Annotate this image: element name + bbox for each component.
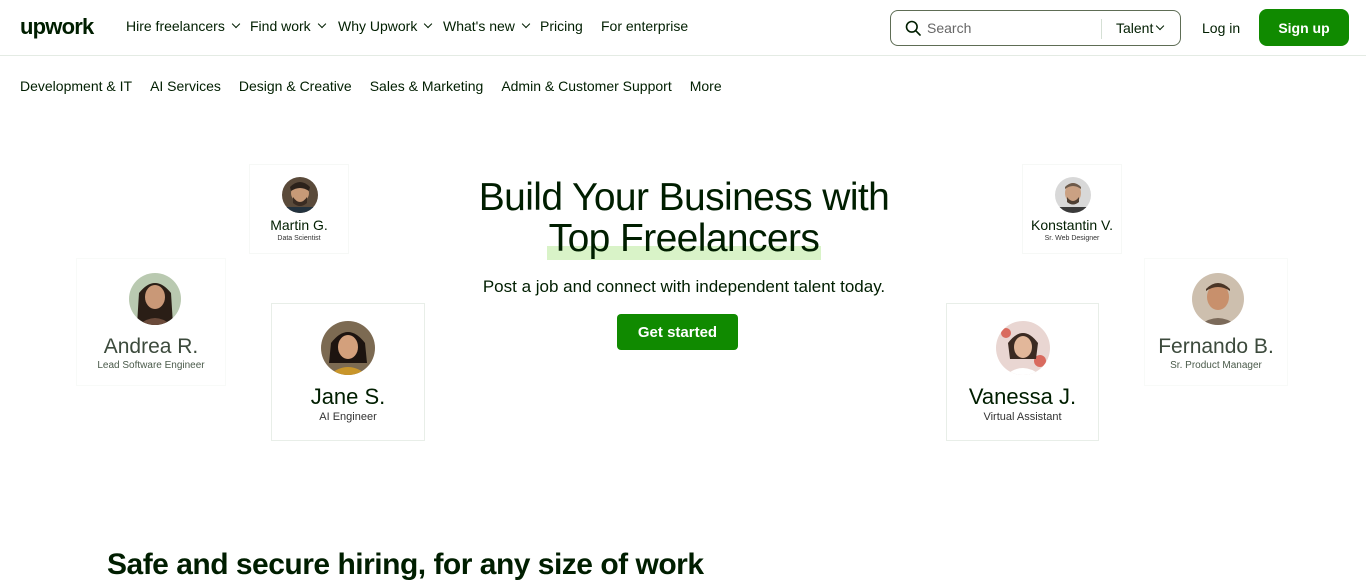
- upwork-logo[interactable]: upwork: [20, 14, 94, 40]
- search-type-label: Talent: [1116, 20, 1154, 36]
- category-admin-support[interactable]: Admin & Customer Support: [501, 78, 671, 94]
- avatar: [282, 177, 318, 213]
- avatar-photo: [282, 177, 318, 213]
- freelancer-role: Data Scientist: [277, 235, 321, 242]
- search-divider: [1101, 19, 1102, 39]
- category-development-it[interactable]: Development & IT: [20, 78, 132, 94]
- chevron-down-icon: [424, 19, 433, 29]
- freelancer-card-jane: Jane S. AI Engineer: [271, 303, 425, 441]
- nav-whats-new[interactable]: What's new: [443, 18, 531, 34]
- search-bar: Talent: [890, 10, 1181, 46]
- category-design-creative[interactable]: Design & Creative: [239, 78, 352, 94]
- nav-why-upwork[interactable]: Why Upwork: [338, 18, 433, 34]
- nav-for-enterprise[interactable]: For enterprise: [601, 18, 688, 34]
- nav-hire-freelancers[interactable]: Hire freelancers: [126, 18, 241, 34]
- hero-title-line1: Build Your Business with: [478, 176, 890, 219]
- avatar: [996, 321, 1050, 375]
- freelancer-name: Andrea R.: [103, 335, 199, 358]
- hero-title: Build Your Business with Top Freelancers: [384, 176, 984, 260]
- nav-why-upwork-label: Why Upwork: [338, 18, 418, 34]
- login-link[interactable]: Log in: [1202, 20, 1240, 36]
- avatar: [321, 321, 375, 375]
- nav-pricing[interactable]: Pricing: [540, 18, 583, 34]
- chevron-down-icon: [317, 19, 326, 29]
- freelancer-role: Virtual Assistant: [983, 411, 1062, 423]
- avatar-photo: [1055, 177, 1091, 213]
- avatar-photo: [996, 321, 1050, 375]
- get-started-button[interactable]: Get started: [617, 314, 738, 350]
- avatar: [1192, 273, 1244, 325]
- category-sales-marketing[interactable]: Sales & Marketing: [370, 78, 484, 94]
- freelancer-role: Sr. Web Designer: [1044, 235, 1100, 242]
- top-navigation: upwork Hire freelancers Find work Why Up…: [0, 0, 1366, 56]
- freelancer-name: Konstantin V.: [1031, 217, 1113, 233]
- search-icon[interactable]: [905, 20, 921, 36]
- avatar: [129, 273, 181, 325]
- hero-subtitle: Post a job and connect with independent …: [482, 277, 886, 296]
- category-navigation: Development & IT AI Services Design & Cr…: [20, 78, 722, 94]
- avatar-photo: [1192, 273, 1244, 325]
- freelancer-name: Martin G.: [270, 217, 328, 233]
- category-more[interactable]: More: [690, 78, 722, 94]
- nav-find-work[interactable]: Find work: [250, 18, 326, 34]
- nav-find-work-label: Find work: [250, 18, 311, 34]
- category-ai-services[interactable]: AI Services: [150, 78, 221, 94]
- freelancer-card-konstantin: Konstantin V. Sr. Web Designer: [1022, 164, 1122, 254]
- avatar: [1055, 177, 1091, 213]
- freelancer-name: Vanessa J.: [968, 384, 1077, 409]
- freelancer-role: Lead Software Engineer: [97, 360, 205, 371]
- chevron-down-icon: [521, 19, 531, 29]
- avatar-photo: [129, 273, 181, 325]
- signup-button[interactable]: Sign up: [1259, 9, 1349, 46]
- avatar-photo: [321, 321, 375, 375]
- chevron-down-icon: [1156, 21, 1165, 31]
- nav-whats-new-label: What's new: [443, 18, 515, 34]
- freelancer-card-andrea: Andrea R. Lead Software Engineer: [76, 258, 226, 386]
- freelancer-name: Fernando B.: [1158, 335, 1274, 358]
- nav-hire-freelancers-label: Hire freelancers: [126, 18, 225, 34]
- freelancer-card-martin: Martin G. Data Scientist: [249, 164, 349, 254]
- freelancer-card-fernando: Fernando B. Sr. Product Manager: [1144, 258, 1288, 386]
- search-input[interactable]: [927, 18, 1097, 38]
- freelancer-name: Jane S.: [310, 384, 386, 409]
- freelancer-card-vanessa: Vanessa J. Virtual Assistant: [946, 303, 1099, 441]
- freelancer-role: Sr. Product Manager: [1170, 360, 1262, 371]
- section-heading: Safe and secure hiring, for any size of …: [107, 548, 704, 581]
- hero-title-highlight: Top Freelancers: [546, 217, 822, 260]
- chevron-down-icon: [231, 19, 241, 29]
- search-type-dropdown[interactable]: Talent: [1116, 20, 1165, 36]
- freelancer-role: AI Engineer: [319, 411, 377, 423]
